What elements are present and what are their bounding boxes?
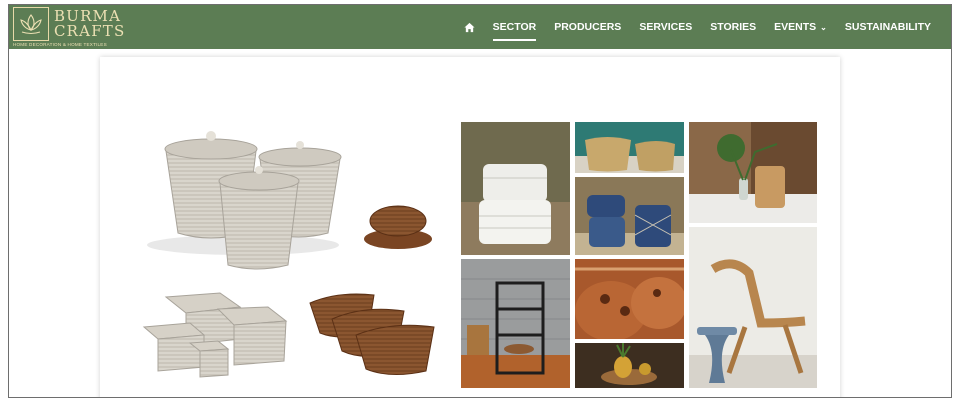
- top-navigation-bar: BURMA CRAFTS HOME DECORATION & HOME TEXT…: [9, 5, 951, 49]
- home-icon[interactable]: [464, 22, 475, 33]
- nav-item-stories[interactable]: STORIES: [710, 21, 756, 33]
- nav-item-label: SECTOR: [492, 21, 537, 33]
- nav-item-label: EVENTS: [774, 21, 817, 33]
- gallery-photo-bamboo-baskets[interactable]: [575, 122, 684, 173]
- gallery-photo-rattan-closeup[interactable]: [575, 259, 684, 339]
- nav-item-label: STORIES: [710, 21, 757, 33]
- gallery-photo-rattan-chair[interactable]: [689, 227, 817, 388]
- browser-frame: BURMA CRAFTS HOME DECORATION & HOME TEXT…: [8, 4, 952, 398]
- gallery-photo-plant-vase[interactable]: [689, 122, 817, 223]
- nav-item-label: PRODUCERS: [554, 21, 622, 33]
- gallery-photo-blue-pots[interactable]: [575, 177, 684, 255]
- nav-item-sector[interactable]: SECTOR: [492, 21, 537, 41]
- nav-item-sustainability[interactable]: SUSTAINABILITY: [845, 21, 931, 33]
- brand-tagline: HOME DECORATION & HOME TEXTILES: [13, 42, 107, 47]
- nav-item-label: SUSTAINABILITY: [844, 21, 931, 33]
- gallery-photo-white-baskets[interactable]: [461, 122, 570, 255]
- product-photo-gallery: [461, 122, 817, 388]
- nav-item-services[interactable]: SERVICES: [639, 21, 692, 33]
- nav-item-producers[interactable]: PRODUCERS: [554, 21, 621, 33]
- nav-item-label: SERVICES: [639, 21, 693, 33]
- gallery-photo-shelf-room[interactable]: [461, 259, 570, 388]
- lotus-icon: [13, 7, 49, 41]
- nav-item-events[interactable]: EVENTS ⌄: [774, 21, 827, 33]
- brand-logo[interactable]: BURMA CRAFTS HOME DECORATION & HOME TEXT…: [13, 7, 131, 47]
- brand-name-line-2: CRAFTS: [54, 22, 126, 40]
- basket-products-image: [142, 131, 435, 378]
- main-menu: SECTOR PRODUCERS SERVICES STORIES EVENTS…: [446, 5, 931, 49]
- chevron-down-icon: ⌄: [820, 22, 827, 32]
- product-showcase-card: [100, 57, 840, 397]
- gallery-photo-pineapple-tray[interactable]: [575, 343, 684, 388]
